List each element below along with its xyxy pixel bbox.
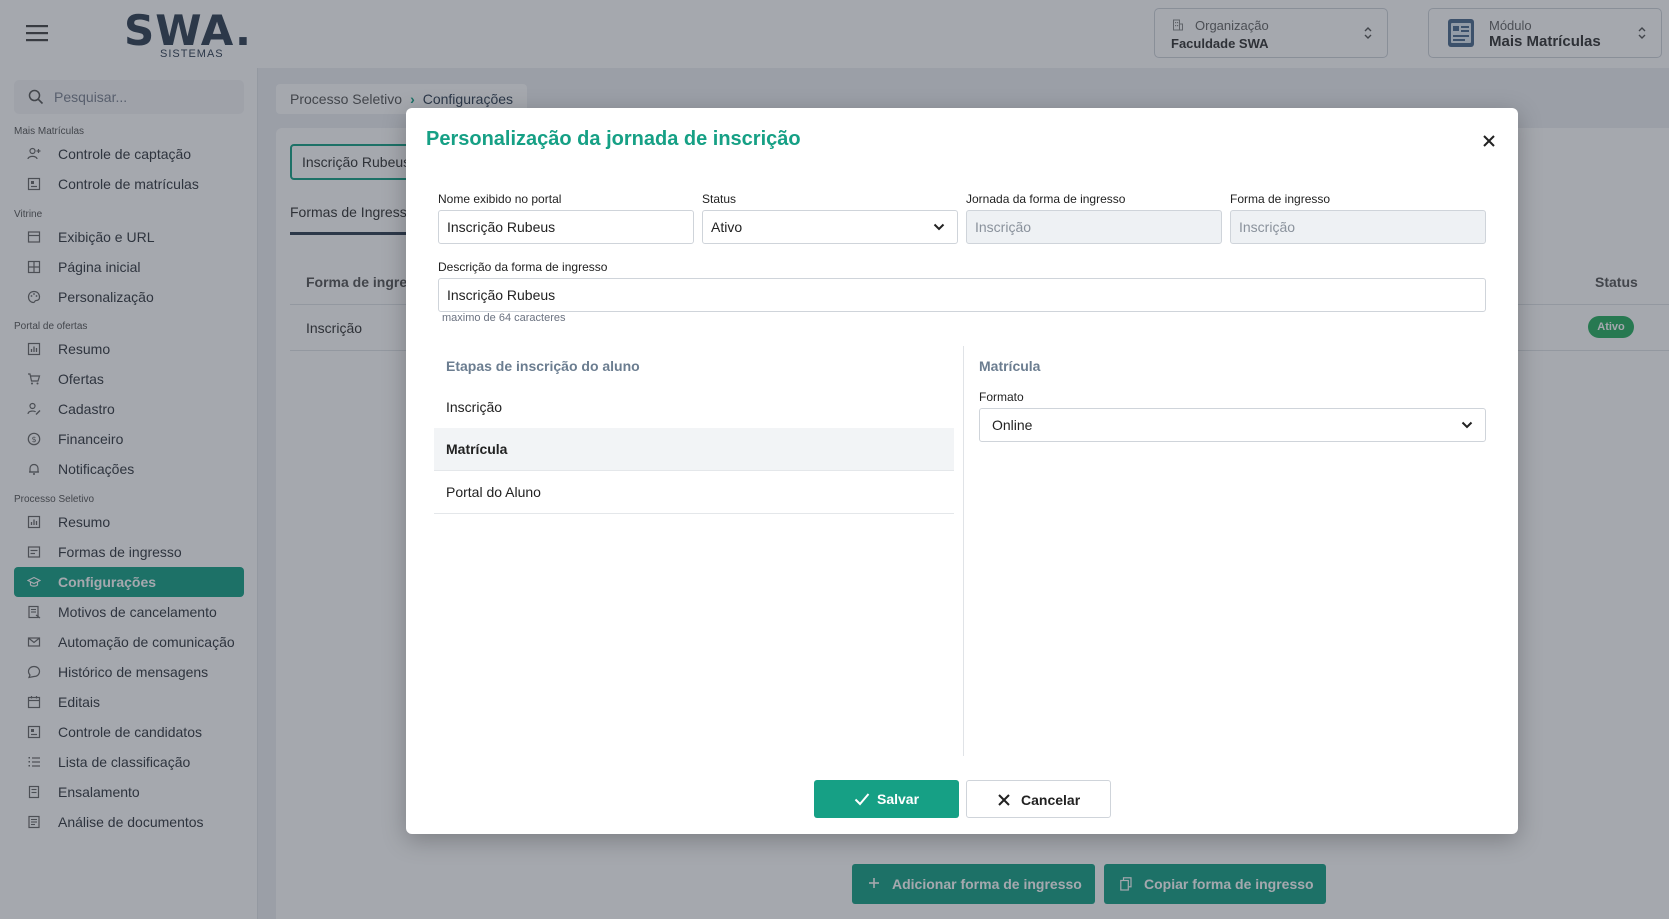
step-inscricao[interactable]: Inscrição bbox=[434, 386, 954, 429]
jornada-forma-label: Jornada da forma de ingresso bbox=[966, 192, 1126, 206]
step-label: Portal do Aluno bbox=[446, 484, 541, 500]
step-label: Inscrição bbox=[446, 399, 503, 415]
chevron-down-icon bbox=[933, 223, 945, 231]
formato-label: Formato bbox=[979, 390, 1024, 404]
cancel-button-label: Cancelar bbox=[1021, 792, 1081, 808]
nome-portal-input[interactable]: Inscrição Rubeus bbox=[438, 210, 694, 244]
jornada-forma-input: Inscrição bbox=[966, 210, 1222, 244]
forma-ingresso-label: Forma de ingresso bbox=[1230, 192, 1331, 206]
nome-portal-label: Nome exibido no portal bbox=[438, 192, 562, 206]
close-icon[interactable] bbox=[1482, 134, 1496, 148]
status-select[interactable]: Ativo bbox=[702, 210, 958, 244]
save-button-label: Salvar bbox=[877, 791, 920, 807]
steps-panel-title: Etapas de inscrição do aluno bbox=[446, 358, 640, 374]
close-icon bbox=[998, 794, 1010, 806]
cancel-button[interactable]: Cancelar bbox=[966, 780, 1111, 818]
step-label: Matrícula bbox=[446, 441, 508, 457]
forma-ingresso-input: Inscrição bbox=[1230, 210, 1486, 244]
descricao-hint: maximo de 64 caracteres bbox=[442, 312, 566, 324]
descricao-label: Descrição da forma de ingresso bbox=[438, 260, 608, 274]
formato-select-value: Online bbox=[992, 417, 1033, 433]
status-select-value: Ativo bbox=[711, 219, 743, 235]
descricao-input[interactable]: Inscrição Rubeus bbox=[438, 278, 1486, 312]
formato-select[interactable]: Online bbox=[979, 408, 1486, 442]
step-matricula[interactable]: Matrícula bbox=[434, 428, 954, 471]
journey-customization-modal: Personalização da jornada de inscrição N… bbox=[406, 108, 1518, 834]
detail-panel-title: Matrícula bbox=[979, 358, 1041, 374]
step-portal-aluno[interactable]: Portal do Aluno bbox=[434, 471, 954, 514]
status-label: Status bbox=[702, 192, 737, 206]
check-icon bbox=[854, 793, 870, 806]
modal-title: Personalização da jornada de inscrição bbox=[426, 128, 801, 150]
chevron-down-icon bbox=[1461, 421, 1473, 429]
panel-divider bbox=[963, 346, 964, 756]
save-button[interactable]: Salvar bbox=[814, 780, 959, 818]
